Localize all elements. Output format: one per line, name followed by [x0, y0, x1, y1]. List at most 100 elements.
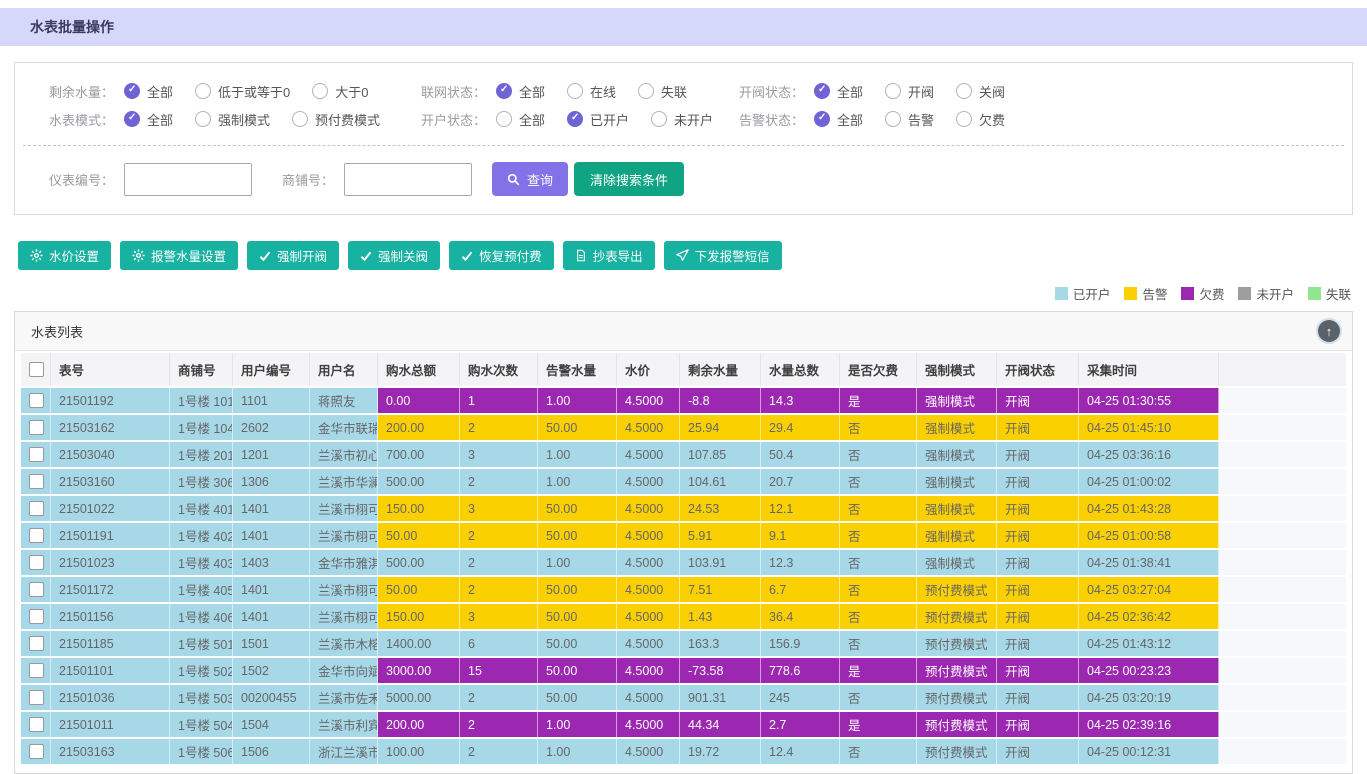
action-button-label: 报警水量设置 — [151, 246, 226, 265]
cell-in_arrears: 否 — [840, 739, 917, 764]
collapse-button[interactable]: ↑ — [1318, 320, 1340, 342]
cell-purchase_count: 2 — [460, 685, 538, 710]
action-button-label: 恢复预付费 — [479, 246, 542, 265]
clear-search-button[interactable]: 清除搜索条件 — [574, 162, 684, 196]
cell-user_no: 1504 — [233, 712, 310, 737]
arrow-up-icon: ↑ — [1326, 324, 1333, 339]
action-button-label: 下发报警短信 — [695, 246, 770, 265]
row-checkbox[interactable] — [29, 528, 44, 543]
row-checkbox[interactable] — [29, 609, 44, 624]
cell-meter_no: 21503163 — [51, 739, 170, 764]
cell-price: 4.5000 — [617, 469, 680, 494]
cell-alarm_volume: 50.00 — [538, 577, 617, 602]
cell-remaining: 19.72 — [680, 739, 761, 764]
radio-option[interactable]: 告警 — [885, 110, 934, 129]
row-checkbox[interactable] — [29, 717, 44, 732]
radio-option[interactable]: 全部 — [814, 110, 863, 129]
cell-user_name: 兰溪市栩可锁业 — [310, 577, 378, 602]
radio-option[interactable]: 在线 — [567, 82, 616, 101]
cell-price: 4.5000 — [617, 550, 680, 575]
row-checkbox[interactable] — [29, 501, 44, 516]
radio-option[interactable]: 欠费 — [956, 110, 1005, 129]
cell-meter_no: 21501192 — [51, 388, 170, 413]
cell-valve: 开阀 — [997, 739, 1079, 764]
row-filler-cell — [1219, 415, 1346, 440]
radio-checked-icon — [496, 83, 512, 99]
row-checkbox-cell — [21, 631, 51, 656]
radio-option[interactable]: 全部 — [124, 82, 173, 101]
cell-mode: 预付费模式 — [917, 739, 997, 764]
legend-swatch — [1124, 287, 1137, 300]
search-button-label: 查询 — [527, 170, 553, 189]
radio-option[interactable]: 预付费模式 — [292, 110, 380, 129]
search-button[interactable]: 查询 — [492, 162, 568, 196]
radio-option[interactable]: 全部 — [496, 110, 545, 129]
row-checkbox[interactable] — [29, 555, 44, 570]
action-button[interactable]: 水价设置 — [18, 241, 111, 270]
cell-remaining: 44.34 — [680, 712, 761, 737]
radio-option[interactable]: 已开户 — [567, 110, 629, 129]
legend-item: 欠费 — [1181, 284, 1224, 303]
cell-shop_no: 1号楼 101 — [170, 388, 233, 413]
radio-option[interactable]: 强制模式 — [195, 110, 270, 129]
radio-option[interactable]: 未开户 — [651, 110, 713, 129]
cell-user_no: 1101 — [233, 388, 310, 413]
cell-user_no: 1306 — [233, 469, 310, 494]
cell-in_arrears: 否 — [840, 469, 917, 494]
row-checkbox[interactable] — [29, 474, 44, 489]
action-button[interactable]: 强制关阀 — [348, 241, 440, 270]
cell-shop_no: 1号楼 401 — [170, 496, 233, 521]
action-button[interactable]: 恢复预付费 — [449, 241, 554, 270]
select-all-checkbox[interactable] — [29, 362, 44, 377]
cell-time: 04-25 00:23:23 — [1079, 658, 1219, 683]
filter-group-label: 联网状态： — [421, 82, 486, 101]
row-filler-cell — [1219, 685, 1346, 710]
filter-group-label: 开户状态： — [421, 110, 486, 129]
radio-option[interactable]: 全部 — [496, 82, 545, 101]
action-button[interactable]: 下发报警短信 — [664, 241, 782, 270]
cell-in_arrears: 否 — [840, 415, 917, 440]
cell-total_volume: 20.7 — [761, 469, 840, 494]
radio-option[interactable]: 低于或等于0 — [195, 82, 290, 101]
legend-label: 未开户 — [1256, 284, 1294, 303]
row-checkbox-cell — [21, 685, 51, 710]
row-checkbox[interactable] — [29, 447, 44, 462]
radio-option[interactable]: 大于0 — [312, 82, 368, 101]
column-header: 水价 — [617, 353, 680, 386]
row-filler-cell — [1219, 712, 1346, 737]
radio-icon — [885, 83, 901, 99]
row-checkbox-cell — [21, 712, 51, 737]
row-checkbox[interactable] — [29, 663, 44, 678]
cell-user_no: 1401 — [233, 604, 310, 629]
legend-swatch — [1238, 287, 1251, 300]
cell-purchase_count: 2 — [460, 712, 538, 737]
action-button[interactable]: 报警水量设置 — [120, 241, 238, 270]
radio-option[interactable]: 全部 — [124, 110, 173, 129]
filter-group-label: 剩余水量： — [49, 82, 114, 101]
action-button[interactable]: 强制开阀 — [247, 241, 339, 270]
row-checkbox[interactable] — [29, 393, 44, 408]
cell-valve: 开阀 — [997, 523, 1079, 548]
row-checkbox[interactable] — [29, 582, 44, 597]
radio-option[interactable]: 关阀 — [956, 82, 1005, 101]
row-checkbox[interactable] — [29, 636, 44, 651]
filter-group: 剩余水量： 全部 低于或等于0 大于0 — [49, 82, 421, 101]
row-checkbox[interactable] — [29, 420, 44, 435]
status-legend: 已开户告警欠费未开户失联 — [16, 284, 1351, 303]
legend-item: 失联 — [1308, 284, 1351, 303]
cell-valve: 开阀 — [997, 658, 1079, 683]
meter-no-input[interactable] — [124, 163, 252, 196]
action-button[interactable]: 抄表导出 — [563, 241, 655, 270]
radio-option[interactable]: 全部 — [814, 82, 863, 101]
cell-purchase_total: 150.00 — [378, 604, 460, 629]
radio-option[interactable]: 失联 — [638, 82, 687, 101]
shop-no-input[interactable] — [344, 163, 472, 196]
row-checkbox-cell — [21, 469, 51, 494]
row-checkbox[interactable] — [29, 690, 44, 705]
radio-checked-icon — [124, 83, 140, 99]
cell-mode: 预付费模式 — [917, 577, 997, 602]
row-checkbox[interactable] — [29, 744, 44, 759]
radio-option[interactable]: 开阀 — [885, 82, 934, 101]
cell-total_volume: 14.3 — [761, 388, 840, 413]
cell-purchase_total: 500.00 — [378, 550, 460, 575]
